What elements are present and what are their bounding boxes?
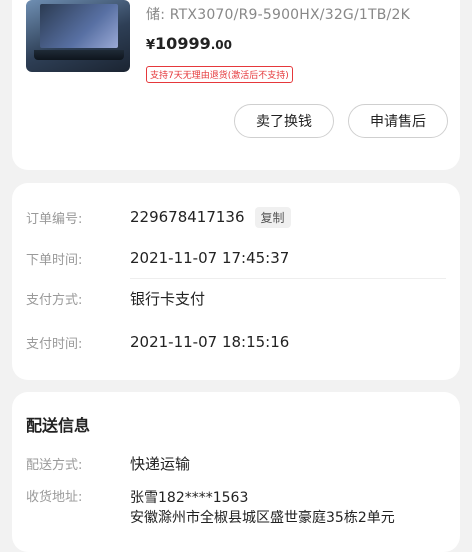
sell-for-cash-button[interactable]: 卖了换钱 bbox=[234, 104, 334, 138]
shipping-address-value: 张雪182****1563 安徽滁州市全椒县城区盛世豪庭35栋2单元 bbox=[130, 488, 395, 528]
delivery-method-row: 配送方式: 快递运输 bbox=[26, 443, 446, 483]
product-spec: 储: RTX3070/R9-5900HX/32G/1TB/2K bbox=[146, 7, 410, 23]
return-policy-badge: 支持7天无理由退货(激活后不支持) bbox=[146, 66, 293, 83]
payment-time-value: 2021-11-07 18:15:16 bbox=[130, 333, 290, 351]
delivery-method-label: 配送方式: bbox=[26, 457, 83, 473]
product-thumbnail[interactable] bbox=[26, 0, 130, 72]
order-number-label: 订单编号: bbox=[26, 211, 83, 227]
payment-method-row: 支付方式: 银行卡支付 bbox=[26, 278, 446, 318]
payment-method-value: 银行卡支付 bbox=[130, 289, 206, 308]
order-time-row: 下单时间: 2021-11-07 17:45:37 bbox=[26, 238, 446, 278]
address-detail: 安徽滁州市全椒县城区盛世豪庭35栋2单元 bbox=[130, 510, 395, 526]
order-number-row: 订单编号: 229678417136 复制 bbox=[26, 197, 446, 237]
delivery-method-value: 快递运输 bbox=[130, 454, 191, 473]
shipping-address-row[interactable]: 收货地址: 张雪182****1563 安徽滁州市全椒县城区盛世豪庭35栋2单元 bbox=[26, 488, 446, 528]
apply-after-sale-button[interactable]: 申请售后 bbox=[348, 104, 448, 138]
order-number-value: 229678417136 bbox=[130, 208, 245, 226]
payment-method-label: 支付方式: bbox=[26, 292, 83, 308]
order-time-label: 下单时间: bbox=[26, 252, 83, 268]
laptop-base-image bbox=[34, 50, 124, 60]
order-info-card: 订单编号: 229678417136 复制 下单时间: 2021-11-07 1… bbox=[12, 183, 460, 380]
laptop-screen-image bbox=[40, 4, 118, 48]
order-time-value: 2021-11-07 17:45:37 bbox=[130, 249, 290, 267]
recipient-name-phone: 张雪182****1563 bbox=[130, 490, 249, 506]
product-card: 储: RTX3070/R9-5900HX/32G/1TB/2K ¥10999.0… bbox=[12, 0, 460, 170]
payment-time-row: 支付时间: 2021-11-07 18:15:16 bbox=[26, 322, 446, 362]
price-currency: ¥ bbox=[146, 38, 156, 53]
delivery-section-title: 配送信息 bbox=[26, 416, 91, 435]
copy-order-number-button[interactable]: 复制 bbox=[254, 206, 291, 228]
shipping-address-label: 收货地址: bbox=[26, 490, 83, 505]
price-main: 10999 bbox=[155, 34, 211, 53]
payment-time-label: 支付时间: bbox=[26, 336, 83, 352]
product-price: ¥10999.00 bbox=[146, 34, 232, 53]
delivery-info-card: 配送信息 配送方式: 快递运输 收货地址: 张雪182****1563 安徽滁州… bbox=[12, 392, 460, 552]
price-cents: .00 bbox=[210, 38, 232, 52]
